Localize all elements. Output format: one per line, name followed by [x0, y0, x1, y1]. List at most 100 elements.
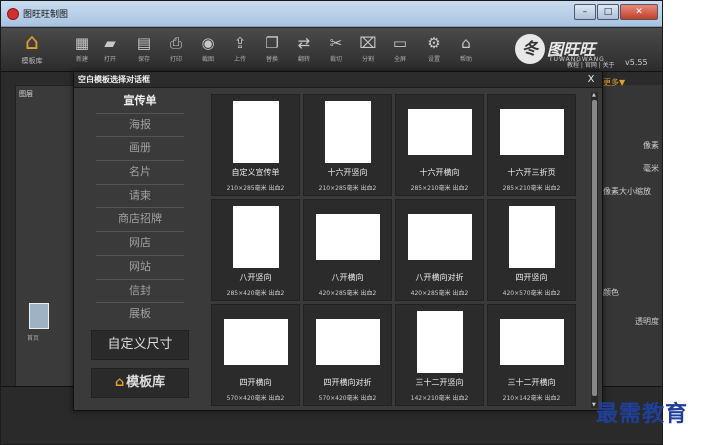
category-item[interactable]: 网店 [76, 232, 204, 255]
template-card[interactable]: 自定义宣传单 210×285毫米 出血2 [211, 94, 300, 196]
template-library-label: 模板库 [21, 57, 43, 65]
help-tool-button[interactable]: ⌂ 帮助 [451, 32, 481, 68]
category-item[interactable]: 宣传单 [76, 90, 204, 113]
app-window: 图旺旺制图 – □ ✕ ⌂ 模板库 ▦ 新建 ▰ 打开 ▤ 保存 ⎙ 打印 ◉ 截图 ⇪ 上传 ❐ 替换 ⇄… [0, 0, 663, 445]
dialog-titlebar: 空白模板选择对话框 [74, 72, 602, 88]
close-button[interactable]: ✕ [620, 4, 658, 20]
template-card[interactable]: 四开竖向 420×570毫米 出血2 [487, 199, 576, 301]
template-size: 420×570毫米 出血2 [502, 290, 561, 297]
category-list: 宣传单 海报 画册 名片 请柬 商店招牌 网店 网站 信封 展板 [76, 90, 204, 320]
template-card[interactable]: 十六开竖向 210×285毫米 出血2 [303, 94, 392, 196]
category-item[interactable]: 展板 [76, 303, 204, 326]
open-tool-label: 打开 [103, 56, 116, 63]
new-tool-button[interactable]: ▦ 新建 [67, 32, 97, 68]
custom-size-button[interactable]: 自定义尺寸 [91, 330, 189, 360]
blank-template-dialog: 空白模板选择对话框 X 宣传单 海报 画册 名片 请柬 商店招牌 网店 网站 信封 展板 自定义尺… [73, 71, 603, 411]
template-name: 四开横向 [239, 378, 272, 387]
template-card[interactable]: 三十二开横向 210×142毫米 出血2 [487, 304, 576, 406]
open-tool-button[interactable]: ▰ 打开 [95, 32, 125, 68]
template-name: 自定义宣传单 [231, 168, 280, 177]
template-preview [232, 101, 279, 163]
template-size: 570×420毫米 出血2 [318, 395, 377, 402]
home-icon: ⌂ [114, 375, 125, 390]
page-thumbnail[interactable] [29, 303, 49, 329]
split-tool-button[interactable]: ⌧ 分割 [353, 32, 383, 68]
window-controls: – □ ✕ [574, 4, 658, 20]
app-logo-icon [7, 7, 19, 20]
copy-tool-button[interactable]: ❐ 替换 [257, 32, 287, 68]
swap-tool-button[interactable]: ⇄ 翻转 [289, 32, 319, 68]
cut-tool-button[interactable]: ✂ 裁切 [321, 32, 351, 68]
screenshot-tool-label: 截图 [201, 56, 214, 63]
upload-icon: ⇪ [233, 34, 247, 52]
category-item[interactable]: 海报 [76, 114, 204, 137]
new-icon: ▦ [74, 34, 90, 52]
version-label: v5.55 [625, 58, 648, 67]
properties-panel: 更多▼ 像素 毫米 像素大小缩放 颜色 透明度 [599, 78, 662, 415]
watermark: 最需教育 [596, 401, 689, 427]
template-size: 142×210毫米 出血2 [410, 395, 469, 402]
template-name: 四开竖向 [515, 273, 548, 282]
template-card[interactable]: 四开横向对折 570×420毫米 出血2 [303, 304, 392, 406]
template-library-button[interactable]: ⌂ 模板库 [7, 30, 57, 70]
template-scrollbar[interactable]: ▲ ▼ [591, 92, 598, 408]
category-item[interactable]: 画册 [76, 137, 204, 160]
template-preview [508, 206, 555, 268]
upload-tool-button[interactable]: ⇪ 上传 [225, 32, 255, 68]
template-name: 十六开横向 [419, 168, 460, 177]
template-card[interactable]: 三十二开竖向 142×210毫米 出血2 [395, 304, 484, 406]
template-preview [223, 319, 288, 365]
category-item[interactable]: 请柬 [76, 185, 204, 208]
template-size: 210×285毫米 出血2 [226, 185, 285, 192]
window-title: 图旺旺制图 [23, 10, 69, 20]
template-size: 420×285毫米 出血2 [318, 290, 377, 297]
category-item[interactable]: 网站 [76, 256, 204, 279]
unit-mm: 毫米 [643, 164, 659, 173]
opacity-label: 透明度 [635, 317, 659, 326]
brand-mark-icon: 冬 [515, 34, 545, 64]
template-card[interactable]: 八开横向 420×285毫米 出血2 [303, 199, 392, 301]
category-item[interactable]: 商店招牌 [76, 208, 204, 231]
category-item[interactable]: 信封 [76, 280, 204, 303]
scroll-up-icon[interactable]: ▲ [592, 92, 596, 98]
maximize-button[interactable]: □ [597, 4, 619, 20]
settings-tool-button[interactable]: ⚙ 设置 [419, 32, 449, 68]
print-tool-label: 打印 [169, 56, 182, 63]
copy-icon: ❐ [265, 34, 279, 52]
template-card[interactable]: 八开竖向 285×420毫米 出血2 [211, 199, 300, 301]
template-size: 285×210毫米 出血2 [410, 185, 469, 192]
swap-icon: ⇄ [297, 34, 311, 52]
print-tool-button[interactable]: ⎙ 打印 [161, 32, 191, 68]
template-name: 八开横向对折 [415, 273, 464, 282]
cut-icon: ✂ [329, 34, 343, 52]
template-preview [499, 319, 564, 365]
template-card[interactable]: 八开横向对折 420×285毫米 出血2 [395, 199, 484, 301]
template-size: 420×285毫米 出血2 [410, 290, 469, 297]
more-link[interactable]: 更多▼ [599, 77, 662, 88]
template-name: 八开竖向 [239, 273, 272, 282]
template-card[interactable]: 十六开横向 285×210毫米 出血2 [395, 94, 484, 196]
template-library-dialog-button[interactable]: ⌂ 模板库 [91, 368, 189, 398]
template-size: 285×420毫米 出血2 [226, 290, 285, 297]
screen-tool-label: 全屏 [393, 56, 406, 63]
dialog-close-button[interactable]: X [584, 73, 598, 87]
swap-tool-label: 翻转 [297, 56, 310, 63]
cut-tool-label: 裁切 [329, 56, 342, 63]
screen-tool-button[interactable]: ▭ 全屏 [385, 32, 415, 68]
template-size: 570×420毫米 出血2 [226, 395, 285, 402]
settings-icon: ⚙ [427, 34, 441, 52]
template-card[interactable]: 四开横向 570×420毫米 出血2 [211, 304, 300, 406]
save-tool-button[interactable]: ▤ 保存 [129, 32, 159, 68]
category-item[interactable]: 名片 [76, 161, 204, 184]
template-name: 四开横向对折 [323, 378, 372, 387]
scroll-thumb[interactable] [592, 100, 597, 396]
template-preview [315, 319, 380, 365]
print-icon: ⎙ [169, 34, 182, 52]
template-preview [232, 206, 279, 268]
template-preview [499, 109, 564, 155]
template-card[interactable]: 十六开三折页 285×210毫米 出血2 [487, 94, 576, 196]
minimize-button[interactable]: – [574, 4, 596, 20]
screenshot-tool-button[interactable]: ◉ 截图 [193, 32, 223, 68]
copy-tool-label: 替换 [265, 56, 278, 63]
split-icon: ⌧ [359, 34, 377, 52]
